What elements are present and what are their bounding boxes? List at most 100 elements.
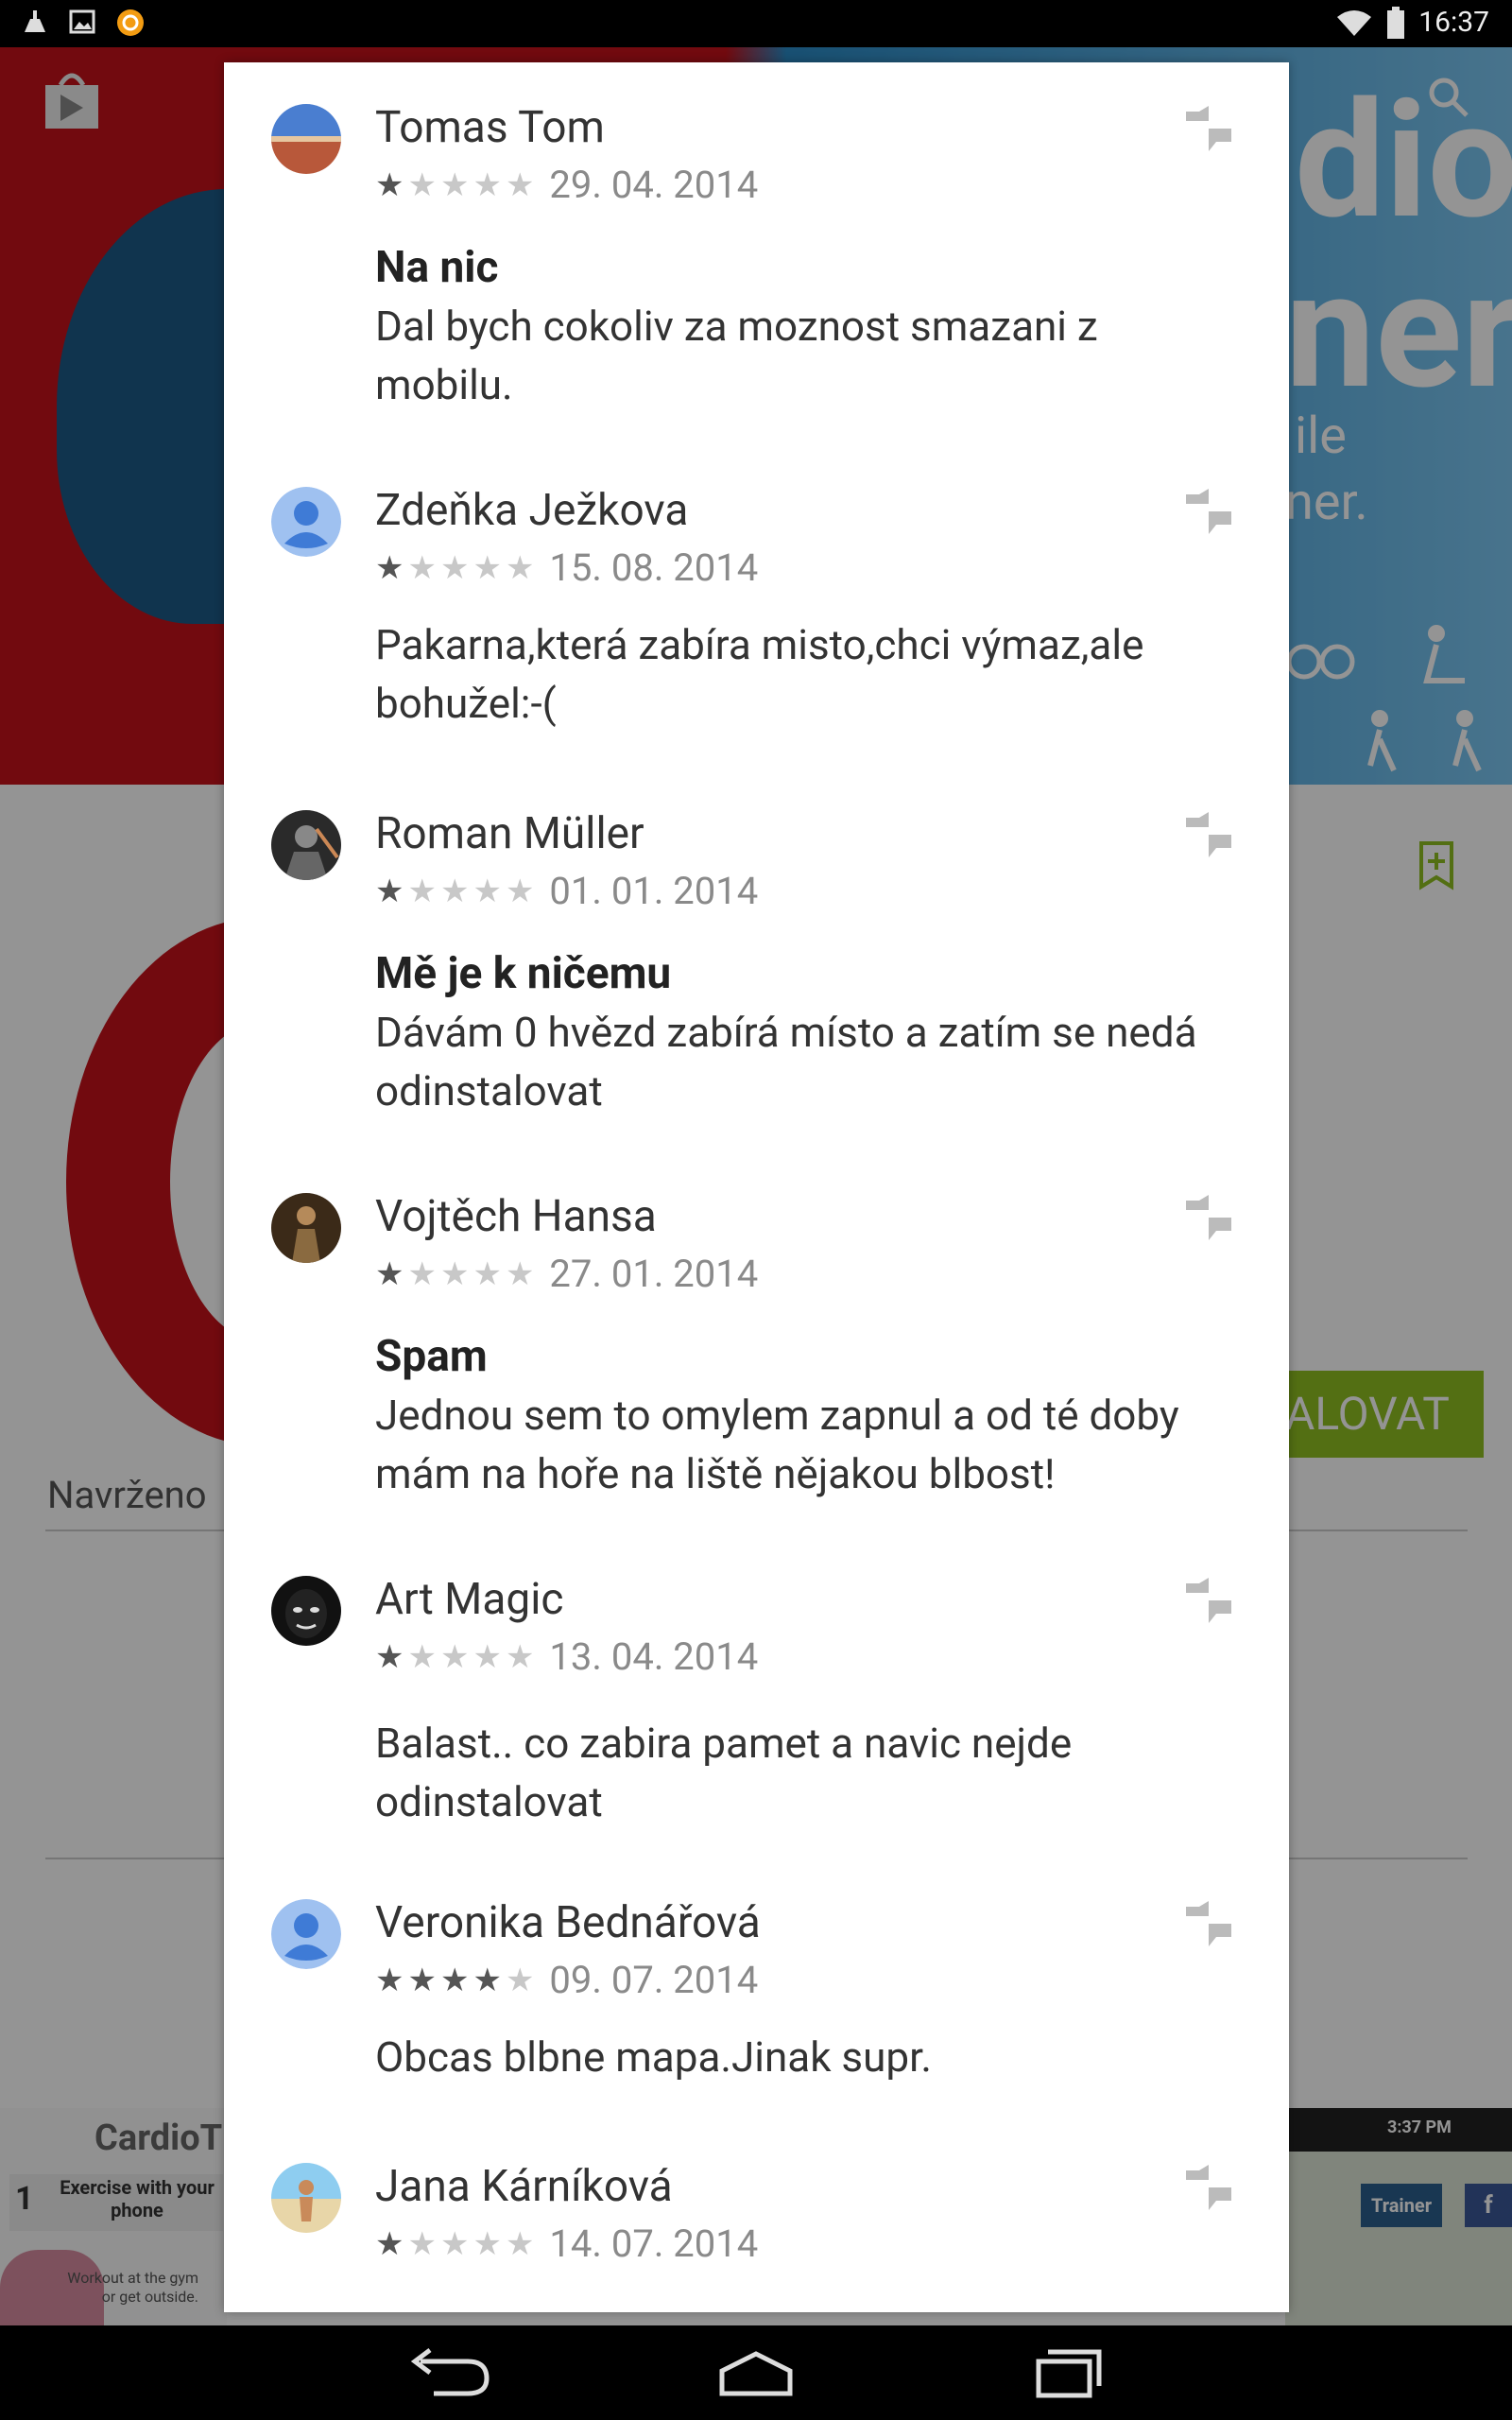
review-date: 15. 08. 2014 <box>549 545 759 590</box>
avatar[interactable] <box>271 104 341 174</box>
helpfulness-icon[interactable] <box>1182 1899 1235 1952</box>
review-meta: ★ ★ ★ ★ ★ 13. 04. 2014 <box>375 1634 758 1679</box>
star-icon: ★ <box>439 548 470 587</box>
avatar[interactable] <box>271 1899 341 1969</box>
star-icon: ★ <box>407 1254 437 1293</box>
avatar[interactable] <box>271 1576 341 1646</box>
review-title: Mě je k ničemu <box>375 948 672 999</box>
default-avatar-icon <box>271 487 341 557</box>
review-date: 13. 04. 2014 <box>549 1634 759 1679</box>
star-icon: ★ <box>472 872 502 910</box>
review-author: Zdeňka Ježkova <box>375 485 689 536</box>
star-icon: ★ <box>472 548 502 587</box>
star-icon: ★ <box>439 165 470 204</box>
star-icon: ★ <box>439 872 470 910</box>
star-icon: ★ <box>472 165 502 204</box>
reviews-dialog: Tomas Tom ★ ★ ★ ★ ★ 29. 04. 2014 Na nic … <box>224 62 1289 2312</box>
battery-icon <box>1387 6 1405 39</box>
star-rating: ★ ★ ★ ★ ★ <box>375 1962 534 1999</box>
star-icon: ★ <box>505 2224 535 2263</box>
image-icon <box>69 9 95 34</box>
helpfulness-icon[interactable] <box>1182 1576 1235 1629</box>
review-meta: ★ ★ ★ ★ ★ 15. 08. 2014 <box>375 545 758 590</box>
clock: 16:37 <box>1418 6 1489 39</box>
star-icon: ★ <box>407 165 437 204</box>
review-body: Obcas blbne mapa.Jinak supr. <box>375 2032 932 2082</box>
system-icons: 16:37 <box>1335 6 1489 39</box>
avatar-soldier-icon <box>271 810 341 880</box>
star-icon: ★ <box>375 1637 404 1676</box>
helpfulness-icon[interactable] <box>1182 487 1235 540</box>
review-body: Dávám 0 hvězd zabírá místo a zatím se ne… <box>375 1008 1197 1115</box>
navigation-bar <box>0 2325 1512 2420</box>
avatar[interactable] <box>271 2163 341 2233</box>
review-date: 14. 07. 2014 <box>549 2221 759 2266</box>
review-author: Art Magic <box>375 1574 564 1625</box>
star-icon: ★ <box>472 1254 502 1293</box>
status-bar: 16:37 <box>0 0 1512 47</box>
star-icon: ★ <box>439 1961 470 1999</box>
star-icon: ★ <box>505 872 535 910</box>
helpfulness-icon[interactable] <box>1182 1193 1235 1246</box>
review-meta: ★ ★ ★ ★ ★ 29. 04. 2014 <box>375 163 758 207</box>
star-icon: ★ <box>375 2224 404 2263</box>
star-icon: ★ <box>472 1961 502 1999</box>
review-body: Jednou sem to omylem zapnul a od té doby… <box>375 1391 1179 1498</box>
star-icon: ★ <box>505 1254 535 1293</box>
star-icon: ★ <box>505 548 535 587</box>
star-icon: ★ <box>375 1961 404 1999</box>
star-icon: ★ <box>439 2224 470 2263</box>
helpfulness-icon[interactable] <box>1182 810 1235 863</box>
star-icon: ★ <box>375 1254 404 1293</box>
wifi-icon <box>1337 9 1372 36</box>
helpfulness-icon[interactable] <box>1182 104 1235 157</box>
star-rating: ★ ★ ★ ★ ★ <box>375 873 534 910</box>
home-icon[interactable] <box>699 2342 813 2403</box>
star-rating: ★ ★ ★ ★ ★ <box>375 166 534 204</box>
review-body: Pakarna,která zabíra misto,chci výmaz,al… <box>375 620 1144 728</box>
star-icon: ★ <box>375 872 404 910</box>
star-icon: ★ <box>472 2224 502 2263</box>
star-icon: ★ <box>407 872 437 910</box>
cleaner-icon <box>25 10 45 32</box>
star-icon: ★ <box>472 1637 502 1676</box>
review-author: Veronika Bednářová <box>375 1897 761 1948</box>
review-author: Roman Müller <box>375 808 644 859</box>
star-icon: ★ <box>375 165 404 204</box>
helpfulness-icon[interactable] <box>1182 2163 1235 2216</box>
review-author: Tomas Tom <box>375 102 605 153</box>
star-rating: ★ ★ ★ ★ ★ <box>375 549 534 587</box>
review-date: 01. 01. 2014 <box>549 869 759 913</box>
star-icon: ★ <box>505 1637 535 1676</box>
review-date: 29. 04. 2014 <box>549 163 759 207</box>
avatar-beach-icon <box>271 2163 341 2233</box>
review-body: Dal bych cokoliv za moznost smazani z mo… <box>375 302 1098 409</box>
review-body: Balast.. co zabira pamet a navic nejde o… <box>375 1719 1073 1826</box>
review-meta: ★ ★ ★ ★ ★ 14. 07. 2014 <box>375 2221 758 2266</box>
review-meta: ★ ★ ★ ★ ★ 09. 07. 2014 <box>375 1958 758 2002</box>
review-date: 09. 07. 2014 <box>549 1958 759 2002</box>
review-title: Na nic <box>375 242 499 293</box>
recents-icon[interactable] <box>1006 2342 1120 2403</box>
review-author: Vojtěch Hansa <box>375 1191 657 1242</box>
avatar[interactable] <box>271 487 341 557</box>
review-meta: ★ ★ ★ ★ ★ 27. 01. 2014 <box>375 1252 758 1296</box>
review-date: 27. 01. 2014 <box>549 1252 759 1296</box>
star-icon: ★ <box>407 2224 437 2263</box>
review-author: Jana Kárníková <box>375 2161 673 2212</box>
star-icon: ★ <box>407 1961 437 1999</box>
star-icon: ★ <box>505 165 535 204</box>
star-rating: ★ ★ ★ ★ ★ <box>375 1638 534 1676</box>
avatar-figure-icon <box>271 1193 341 1263</box>
star-icon: ★ <box>407 1637 437 1676</box>
back-icon[interactable] <box>392 2342 506 2403</box>
star-icon: ★ <box>439 1637 470 1676</box>
avatar[interactable] <box>271 810 341 880</box>
avatar[interactable] <box>271 1193 341 1263</box>
star-icon: ★ <box>439 1254 470 1293</box>
avatar-face-icon <box>271 1576 341 1646</box>
star-rating: ★ ★ ★ ★ ★ <box>375 1255 534 1293</box>
star-icon: ★ <box>407 548 437 587</box>
default-avatar-icon <box>271 1899 341 1969</box>
review-title: Spam <box>375 1331 488 1382</box>
